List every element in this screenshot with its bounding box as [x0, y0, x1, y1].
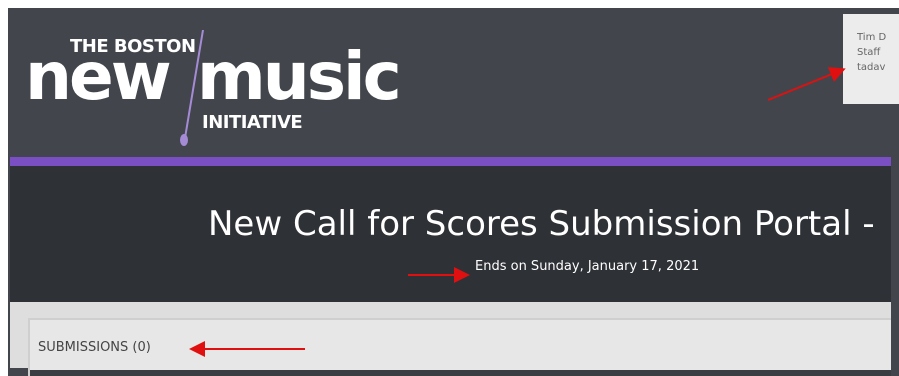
page-title: New Call for Scores Submission Portal - — [208, 204, 875, 244]
user-name: Tim D — [857, 32, 887, 43]
user-email: tadav — [857, 62, 886, 73]
accent-divider — [10, 157, 891, 166]
submissions-table-header — [30, 370, 891, 376]
submissions-tab[interactable]: SUBMISSIONS (0) — [38, 340, 151, 355]
user-info-panel[interactable]: Tim D Staff tadav — [843, 14, 899, 104]
deadline-text: Ends on Sunday, January 17, 2021 — [475, 259, 700, 274]
site-logo[interactable]: THE BOSTON new music INITIATIVE — [25, 30, 425, 150]
conductor-baton-icon — [180, 30, 204, 146]
submissions-section — [28, 318, 891, 376]
user-role: Staff — [857, 47, 881, 58]
